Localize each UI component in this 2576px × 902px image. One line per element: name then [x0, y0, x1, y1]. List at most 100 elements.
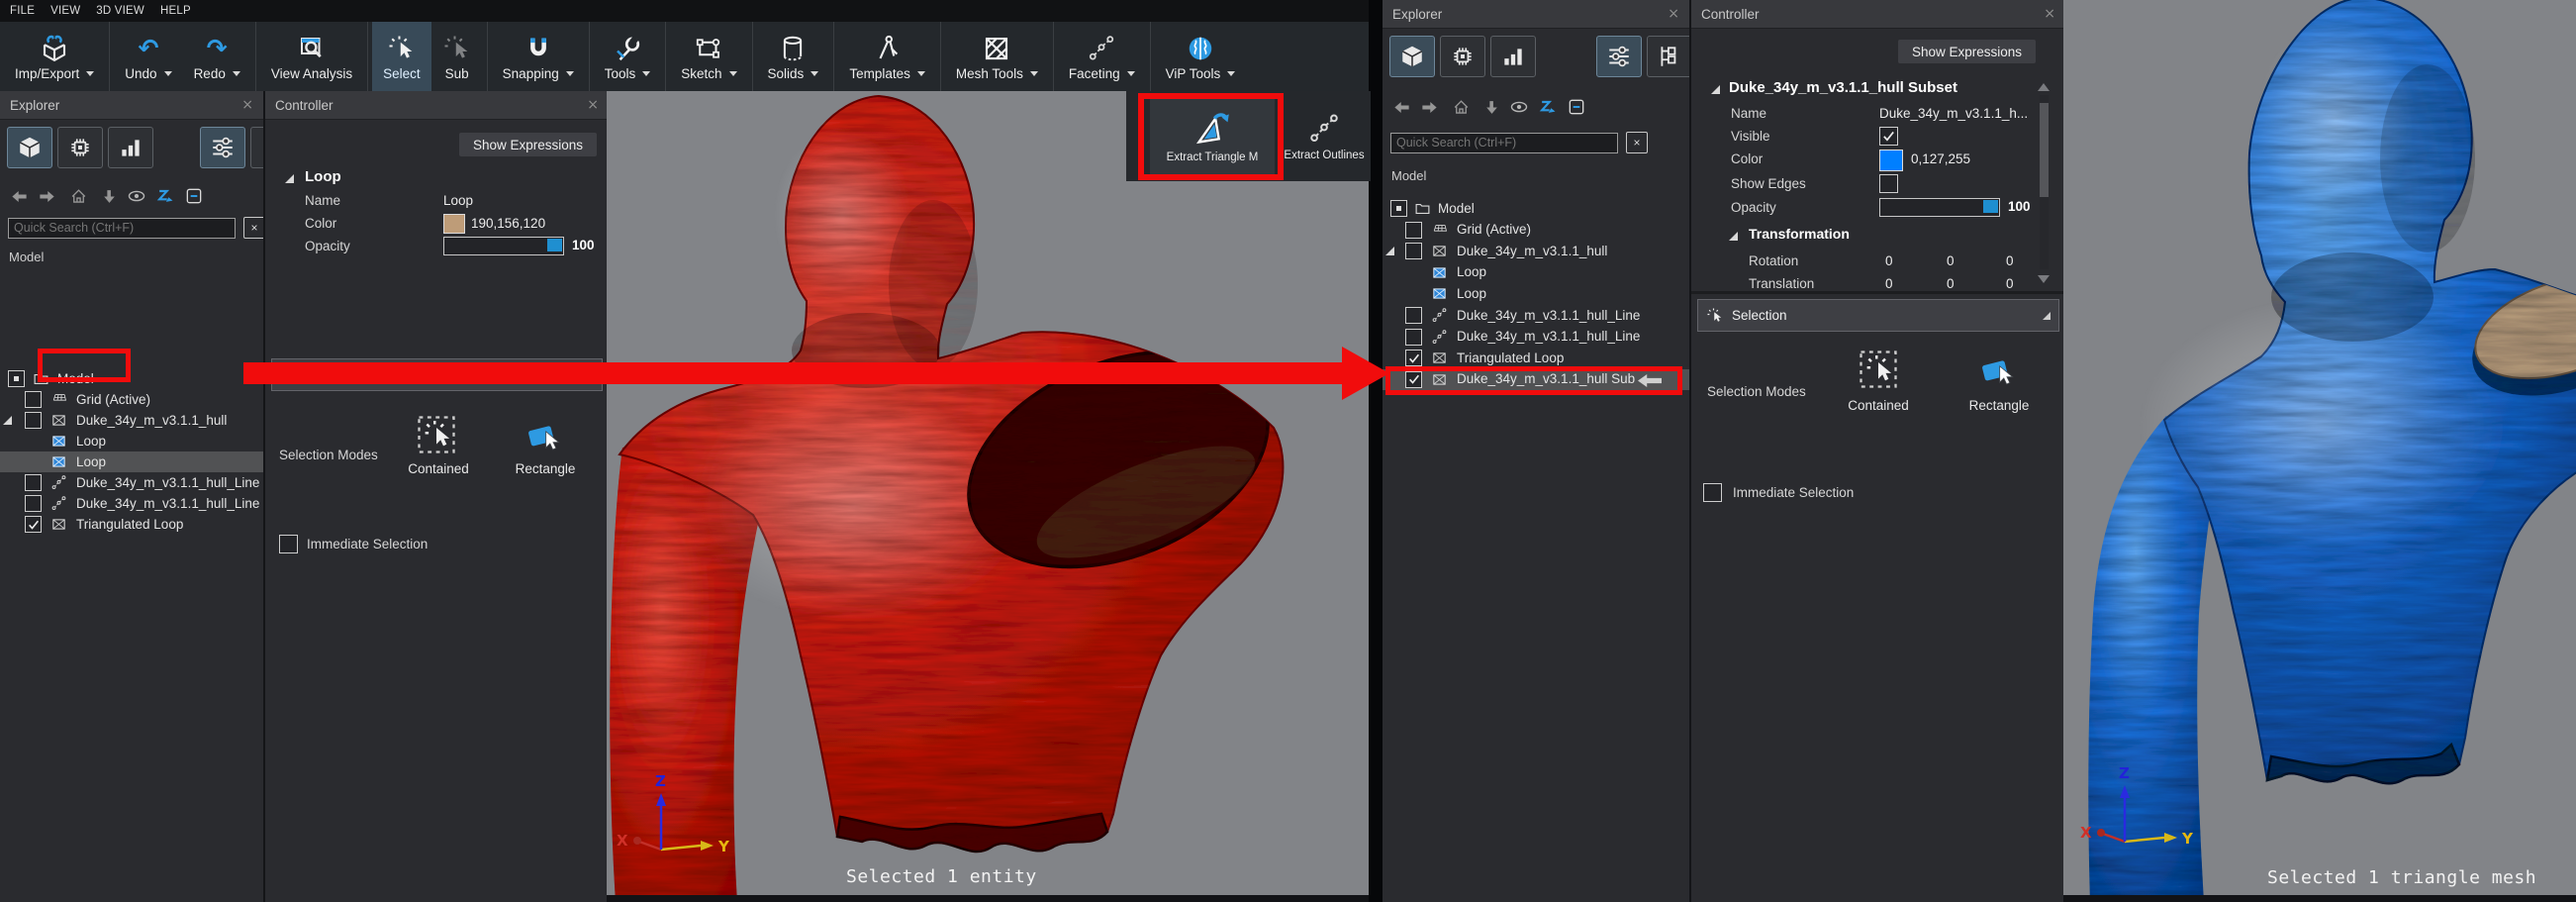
toolbar-templates[interactable]: Templates [838, 22, 936, 91]
chevron-down-icon[interactable] [1227, 71, 1235, 76]
menu-view[interactable]: VIEW [50, 5, 80, 17]
toolbar-snapping[interactable]: Snapping [492, 22, 585, 91]
checkbox[interactable] [25, 412, 42, 429]
rotation-z[interactable]: 0 [2006, 253, 2014, 268]
translation-z[interactable]: 0 [2006, 276, 2014, 289]
close-icon[interactable]: × [2044, 6, 2055, 22]
checkbox[interactable] [1405, 243, 1422, 259]
close-icon[interactable]: × [1668, 6, 1679, 22]
back-arrow-icon[interactable] [10, 187, 29, 206]
opacity-slider[interactable] [443, 237, 564, 255]
section-expander-icon[interactable] [285, 174, 294, 183]
collapse-minus-icon[interactable] [1567, 97, 1586, 117]
menu-help[interactable]: HELP [160, 5, 191, 17]
checkbox[interactable] [25, 391, 42, 408]
show-expressions-button[interactable]: Show Expressions [1898, 40, 2036, 63]
tree-item-hull[interactable]: Duke_34y_m_v3.1.1_hull [1383, 241, 1689, 261]
name-value[interactable]: Duke_34y_m_v3.1.1_h... [1879, 106, 2028, 121]
selection-section-header[interactable]: Selection [1697, 299, 2059, 332]
visibility-eye-icon[interactable] [127, 186, 146, 206]
geometry-view-button[interactable] [7, 127, 52, 168]
checkbox[interactable] [25, 474, 42, 491]
opacity-slider[interactable] [1879, 198, 2000, 217]
contained-mode-icon[interactable] [416, 414, 457, 455]
chevron-down-icon[interactable] [86, 71, 94, 76]
close-icon[interactable]: × [241, 97, 253, 113]
rectangle-mode-icon[interactable] [1978, 351, 2018, 390]
clear-search-icon[interactable]: × [1626, 132, 1648, 153]
tree-item-loop-2-selected[interactable]: Loop [0, 451, 263, 472]
extract-outlines-button[interactable]: Extract Outlines [1281, 97, 1368, 175]
transformation-expander-icon[interactable] [1729, 232, 1738, 241]
tree-item-hull-line-1[interactable]: Duke_34y_m_v3.1.1_hull_Line [0, 472, 263, 493]
back-arrow-icon[interactable] [1392, 98, 1411, 117]
search-input[interactable] [8, 218, 236, 239]
home-icon[interactable] [1452, 98, 1471, 117]
checkbox[interactable] [1405, 307, 1422, 324]
viewport-3d-left[interactable]: X Y Z Selected 1 entity [607, 91, 1369, 902]
down-arrow-icon[interactable] [101, 188, 118, 205]
toolbar-undo[interactable]: ↶ Undo [114, 22, 182, 91]
checkbox[interactable] [1405, 222, 1422, 239]
chevron-down-icon[interactable] [233, 71, 240, 76]
tree-item-hull-line-1[interactable]: Duke_34y_m_v3.1.1_hull_Line [1383, 305, 1689, 326]
chevron-down-icon[interactable] [917, 71, 925, 76]
filter-view-button[interactable] [200, 127, 245, 168]
results-view-button[interactable] [1490, 36, 1536, 77]
collapse-minus-icon[interactable] [184, 186, 204, 206]
checkbox[interactable] [1405, 329, 1422, 346]
checkbox[interactable] [25, 516, 42, 533]
checkbox[interactable] [8, 370, 25, 387]
blue-torso-mesh[interactable]: X Y Z [2063, 0, 2576, 902]
menu-3d-view[interactable]: 3D VIEW [96, 5, 144, 17]
close-icon[interactable]: × [587, 97, 599, 113]
section-expander-icon[interactable] [1711, 85, 1720, 94]
z-order-icon[interactable] [1538, 97, 1558, 117]
results-view-button[interactable] [108, 127, 153, 168]
tree-item-hull-line-2[interactable]: Duke_34y_m_v3.1.1_hull_Line [0, 493, 263, 514]
visible-checkbox[interactable] [1879, 127, 1898, 146]
immediate-selection-checkbox[interactable] [1703, 483, 1722, 502]
forward-arrow-icon[interactable] [1420, 98, 1439, 117]
translation-x[interactable]: 0 [1885, 276, 1893, 289]
viewport-3d-right[interactable]: X Y Z Selected 1 triangle mesh [2063, 0, 2576, 902]
scrollbar[interactable] [2040, 95, 2049, 269]
toolbar-faceting[interactable]: Faceting [1058, 22, 1146, 91]
show-edges-checkbox[interactable] [1879, 174, 1898, 193]
contained-mode-icon[interactable] [1858, 349, 1899, 390]
expander-icon[interactable] [3, 416, 12, 425]
simulation-view-button[interactable] [57, 127, 103, 168]
toolbar-solids[interactable]: Solids [757, 22, 830, 91]
home-icon[interactable] [69, 187, 88, 206]
hierarchy-view-button[interactable] [1647, 36, 1692, 77]
simulation-view-button[interactable] [1440, 36, 1485, 77]
toolbar-view-analysis[interactable]: View Analysis [260, 22, 363, 91]
toolbar-vip-tools[interactable]: ViP Tools [1155, 22, 1247, 91]
tree-item-grid[interactable]: Grid (Active) [0, 389, 263, 410]
toolbar-sub[interactable]: Sub [431, 22, 483, 91]
checkbox[interactable] [1405, 350, 1422, 366]
slider-handle[interactable] [547, 239, 562, 251]
toolbar-sketch[interactable]: Sketch [670, 22, 747, 91]
translation-y[interactable]: 0 [1947, 276, 1955, 289]
rotation-x[interactable]: 0 [1885, 253, 1893, 268]
chevron-down-icon[interactable] [1127, 71, 1135, 76]
rectangle-mode-icon[interactable] [525, 416, 564, 455]
toolbar-tools[interactable]: Tools [594, 22, 662, 91]
chevron-down-icon[interactable] [164, 71, 172, 76]
geometry-view-button[interactable] [1389, 36, 1435, 77]
tree-item-hull-line-2[interactable]: Duke_34y_m_v3.1.1_hull_Line [1383, 327, 1689, 348]
chevron-down-icon[interactable] [811, 71, 818, 76]
color-swatch[interactable] [443, 214, 465, 234]
checkbox[interactable] [25, 495, 42, 512]
chevron-down-icon[interactable] [566, 71, 574, 76]
immediate-selection-checkbox[interactable] [279, 535, 298, 553]
color-swatch[interactable] [1879, 150, 1903, 171]
toolbar-select[interactable]: Select [372, 22, 431, 91]
menu-file[interactable]: FILE [10, 5, 35, 17]
tree-item-loop-1[interactable]: Loop [0, 431, 263, 451]
tree-item-hull[interactable]: Duke_34y_m_v3.1.1_hull [0, 410, 263, 431]
down-arrow-icon[interactable] [1483, 99, 1500, 116]
tree-item-loop-2[interactable]: Loop [1383, 283, 1689, 304]
visibility-eye-icon[interactable] [1509, 97, 1529, 117]
